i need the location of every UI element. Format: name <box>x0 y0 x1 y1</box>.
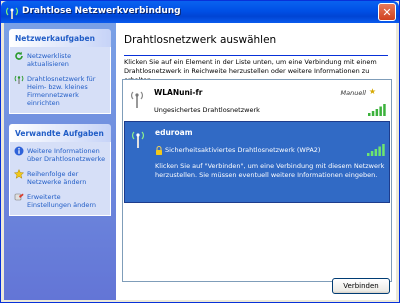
task-setup-wireless-network[interactable]: Drahtlosnetzwerk für Heim- bzw. kleines … <box>14 75 106 107</box>
main-pane: Drahtlosnetzwerk auswählen Klicken Sie a… <box>116 23 396 300</box>
task-label: Netzwerkliste aktualisieren <box>27 52 72 68</box>
task-change-network-order[interactable]: Reihenfolge der Netzwerke ändern <box>14 169 106 186</box>
task-advanced-settings[interactable]: Erweiterte Einstellungen ändern <box>14 193 106 209</box>
task-label: Weitere Informationen über Drahtlosnetzw… <box>27 147 106 163</box>
network-item-eduroam[interactable]: eduroam Sicherheitsaktiviertes Drahtlosn… <box>124 121 390 203</box>
signal-strength-icon <box>368 104 386 116</box>
network-item-wlanuni-fr[interactable]: WLANuni-fr Manuell ★ Ungesichertes Draht… <box>124 82 390 119</box>
close-button[interactable]: ✕ <box>378 3 396 21</box>
task-refresh-network-list[interactable]: Netzwerkliste aktualisieren <box>14 51 106 68</box>
wireless-antenna-icon <box>132 131 144 148</box>
connect-button[interactable]: Verbinden <box>332 278 390 294</box>
task-sidebar: Netzwerkaufgaben Netzwerkliste aktualisi… <box>4 23 116 300</box>
lock-icon <box>156 146 162 155</box>
refresh-icon <box>15 51 23 60</box>
network-mode: Manuell <box>340 89 366 97</box>
wireless-connection-window: Drahtlose Netzwerkverbindung ✕ Netzwerka… <box>0 0 400 303</box>
wireless-network-icon <box>6 7 18 19</box>
network-description: Klicken Sie auf "Verbinden", um eine Ver… <box>155 162 385 179</box>
close-icon: ✕ <box>382 5 392 19</box>
network-security-status: Sicherheitsaktiviertes Drahtlosnetzwerk … <box>165 146 321 154</box>
network-tasks-panel: Netzwerkaufgaben Netzwerkliste aktualisi… <box>9 29 111 114</box>
task-label: Reihenfolge der Netzwerke ändern <box>27 170 87 186</box>
network-name: eduroam <box>155 128 193 137</box>
network-tasks-heading[interactable]: Netzwerkaufgaben <box>9 29 111 47</box>
network-list[interactable]: WLANuni-fr Manuell ★ Ungesichertes Draht… <box>122 79 392 282</box>
network-name: WLANuni-fr <box>154 88 203 97</box>
window-content: Netzwerkaufgaben Netzwerkliste aktualisi… <box>4 23 396 300</box>
wireless-antenna-icon <box>131 91 143 108</box>
title-divider <box>124 55 388 56</box>
task-more-info[interactable]: Weitere Informationen über Drahtlosnetzw… <box>14 146 106 163</box>
info-icon <box>14 146 24 156</box>
title-bar[interactable]: Drahtlose Netzwerkverbindung ✕ <box>1 1 399 23</box>
related-tasks-panel: Verwandte Aufgaben Weitere Informationen… <box>9 124 111 216</box>
signal-strength-icon <box>367 144 385 156</box>
window-title: Drahtlose Netzwerkverbindung <box>22 6 181 16</box>
task-label: Erweiterte Einstellungen ändern <box>27 193 97 209</box>
related-tasks-heading[interactable]: Verwandte Aufgaben <box>9 124 111 142</box>
page-title: Drahtlosnetzwerk auswählen <box>124 34 277 46</box>
task-label: Drahtlosnetzwerk für Heim- bzw. kleines … <box>27 75 96 107</box>
network-security-status: Ungesichertes Drahtlosnetzwerk <box>154 106 260 114</box>
preferred-star-icon: ★ <box>368 87 376 96</box>
star-icon <box>14 169 24 179</box>
settings-icon <box>14 193 24 201</box>
wireless-setup-icon <box>14 75 24 84</box>
